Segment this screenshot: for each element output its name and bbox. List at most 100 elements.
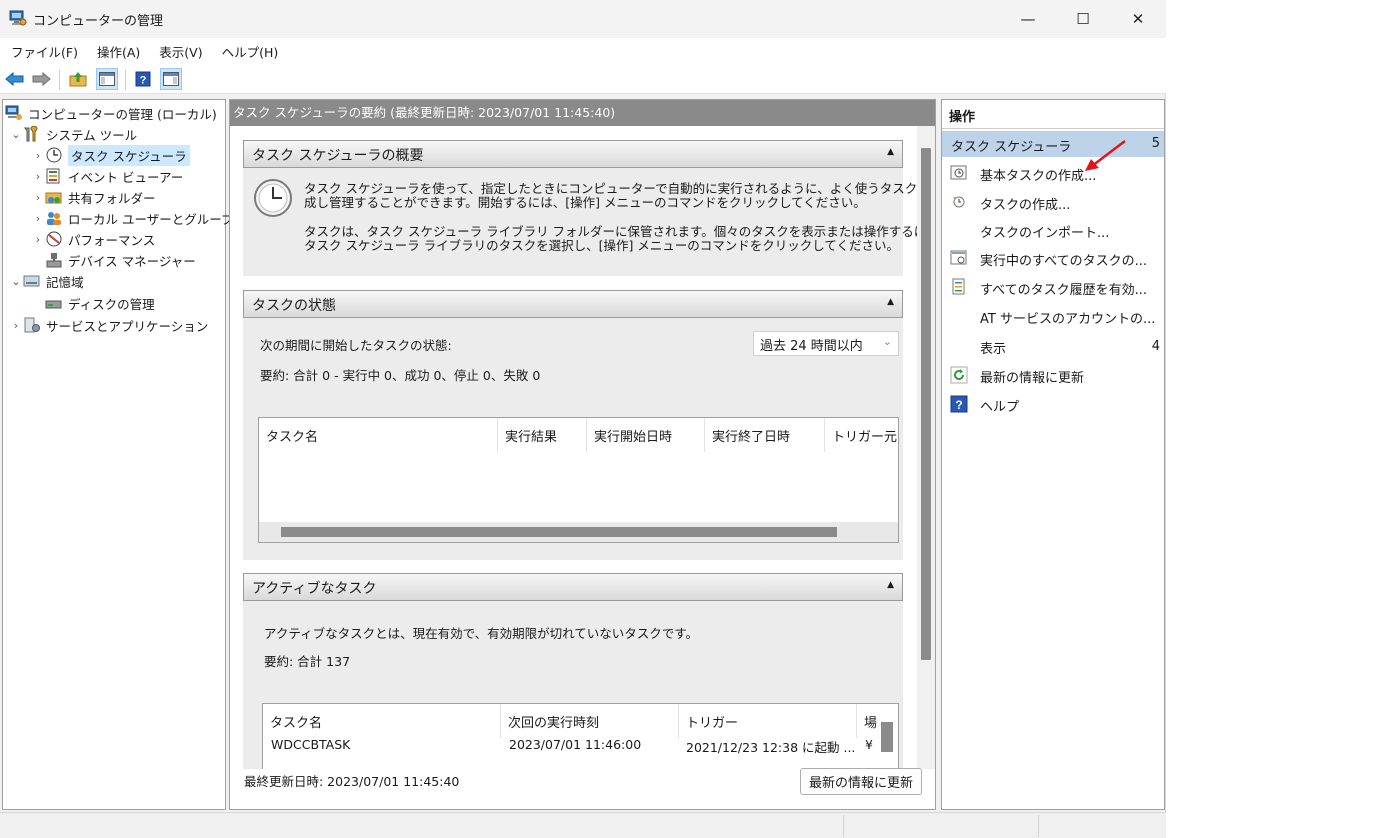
active-task-row-location[interactable]: ¥ <box>865 737 873 752</box>
active-tasks-description: アクティブなタスクとは、現在有効で、有効期限が切れていないタスクです。 <box>264 626 699 641</box>
performance-icon <box>46 231 62 247</box>
maximize-button[interactable]: ☐ <box>1055 0 1111 38</box>
task-status-section-title: タスクの状態 <box>252 298 336 314</box>
collapse-caret-icon[interactable]: ▲ <box>887 297 894 307</box>
action-label: タスクの作成... <box>980 198 1071 213</box>
active-task-row-name[interactable]: WDCCBTASK <box>271 737 350 752</box>
tree-label-local-users: ローカル ユーザーとグループ <box>68 211 234 227</box>
active-grid-vscroll-thumb[interactable] <box>881 722 893 752</box>
hscroll-thumb[interactable] <box>281 527 837 537</box>
expand-chevron-icon[interactable]: › <box>31 149 45 162</box>
services-icon <box>24 317 40 333</box>
column-header-next-run[interactable]: 次回の実行時刻 <box>501 704 679 738</box>
status-period-dropdown[interactable]: 過去 24 時間以内 ⌄ <box>753 331 899 356</box>
task-status-grid: タスク名 実行結果 実行開始日時 実行終了日時 トリガー元 <box>258 417 899 543</box>
basic-task-icon <box>950 165 967 180</box>
show-hide-tree-button[interactable] <box>96 68 118 90</box>
column-header-task-name[interactable]: タスク名 <box>259 418 498 452</box>
active-tasks-section-header[interactable]: アクティブなタスク ▲ <box>243 573 903 601</box>
computer-management-icon <box>9 10 27 26</box>
collapse-chevron-icon[interactable]: ⌄ <box>9 275 23 288</box>
console-tree: コンピューターの管理 (ローカル) ⌄ システム ツール › タスク スケジュー… <box>2 99 233 810</box>
tree-item-root[interactable]: コンピューターの管理 (ローカル) <box>5 103 217 123</box>
active-tasks-summary: 要約: 合計 137 <box>264 654 351 669</box>
column-header-location[interactable]: 場 <box>857 704 881 738</box>
vscroll-thumb[interactable] <box>921 148 931 660</box>
column-header-run-start[interactable]: 実行開始日時 <box>587 418 705 452</box>
column-header-run-end[interactable]: 実行終了日時 <box>705 418 825 452</box>
close-button[interactable]: ✕ <box>1110 0 1166 38</box>
collapse-chevron-icon[interactable]: ⌄ <box>9 128 23 141</box>
tree-label-task-scheduler: タスク スケジューラ <box>68 144 190 166</box>
center-vscrollbar[interactable] <box>917 126 935 769</box>
status-grid-hscrollbar[interactable] <box>259 522 898 542</box>
action-label: AT サービスのアカウントの... <box>980 312 1156 327</box>
expand-chevron-icon[interactable]: › <box>31 191 45 204</box>
overview-section-header[interactable]: タスク スケジューラの概要 ▲ <box>243 140 903 168</box>
back-button[interactable] <box>4 68 26 90</box>
action-import-task[interactable]: タスクのインポート... <box>942 217 1164 243</box>
tree-label-storage: 記憶域 <box>46 274 84 290</box>
task-status-section-header[interactable]: タスクの状態 ▲ <box>243 290 903 318</box>
status-bar-divider <box>1038 815 1039 837</box>
collapse-caret-icon[interactable]: ▲ <box>887 580 894 590</box>
action-view[interactable]: 表示 4 <box>942 333 1164 359</box>
tree-item-storage[interactable]: ⌄ 記憶域 <box>9 271 84 291</box>
create-task-icon <box>953 196 965 208</box>
up-folder-icon <box>69 72 87 87</box>
column-header-trigger[interactable]: トリガー <box>679 704 857 738</box>
tree-item-performance[interactable]: › パフォーマンス <box>31 229 155 249</box>
storage-icon <box>23 275 40 287</box>
tree-item-shared-folders[interactable]: › 共有フォルダー <box>31 187 156 207</box>
tree-item-services-apps[interactable]: › サービスとアプリケーション <box>9 315 208 335</box>
action-display-running-tasks[interactable]: 実行中のすべてのタスクの... <box>942 245 1164 271</box>
tree-item-device-manager[interactable]: デバイス マネージャー <box>45 250 196 270</box>
menu-help[interactable]: ヘルプ(H) <box>222 42 279 61</box>
action-create-task[interactable]: タスクの作成... <box>942 189 1164 215</box>
tree-label-performance: パフォーマンス <box>68 232 156 248</box>
action-label: 表示 <box>980 342 1007 357</box>
active-task-row-trigger[interactable]: 2021/12/23 12:38 に起動 ... <box>686 737 855 756</box>
active-tasks-section-title: アクティブなタスク <box>252 581 377 597</box>
action-label: 最新の情報に更新 <box>980 371 1085 386</box>
actions-group-task-scheduler[interactable]: タスク スケジューラ 5 <box>942 131 1164 157</box>
help-icon: ? <box>135 71 151 87</box>
forward-button[interactable] <box>30 68 52 90</box>
action-create-basic-task[interactable]: 基本タスクの作成... <box>942 160 1164 186</box>
expand-chevron-icon[interactable]: › <box>31 170 45 183</box>
overview-section: タスク スケジューラの概要 ▲ タスク スケジューラを使って、指定したときにコン… <box>243 140 920 276</box>
refresh-button[interactable]: 最新の情報に更新 <box>800 768 923 795</box>
help-toolbar-button[interactable]: ? <box>132 68 154 90</box>
tree-item-system-tools[interactable]: ⌄ システム ツール <box>9 124 137 144</box>
active-task-row-next-run[interactable]: 2023/07/01 11:46:00 <box>509 737 641 752</box>
minimize-button[interactable]: — <box>1000 0 1056 38</box>
action-at-service-account[interactable]: AT サービスのアカウントの... <box>942 303 1164 329</box>
submenu-arrow-icon: 5 <box>1151 136 1160 151</box>
history-icon <box>952 278 965 295</box>
svg-text:?: ? <box>955 398 962 412</box>
expand-chevron-icon[interactable]: › <box>31 212 45 225</box>
action-refresh[interactable]: 最新の情報に更新 <box>942 362 1164 388</box>
tree-item-event-viewer[interactable]: › イベント ビューアー <box>31 166 183 186</box>
menu-file[interactable]: ファイル(F) <box>11 42 78 61</box>
menu-view[interactable]: 表示(V) <box>159 42 202 61</box>
column-header-triggered-by[interactable]: トリガー元 <box>825 418 899 452</box>
up-one-level-button[interactable] <box>67 68 89 90</box>
tree-item-task-scheduler[interactable]: › タスク スケジューラ <box>31 144 190 166</box>
tree-label-device-manager: デバイス マネージャー <box>68 253 196 269</box>
refresh-icon <box>950 366 968 384</box>
action-enable-all-history[interactable]: すべてのタスク履歴を有効... <box>942 274 1164 300</box>
tree-item-disk-management[interactable]: ディスクの管理 <box>45 293 155 313</box>
menu-action[interactable]: 操作(A) <box>97 42 140 61</box>
expand-chevron-icon[interactable]: › <box>31 233 45 246</box>
tree-item-local-users[interactable]: › ローカル ユーザーとグループ <box>31 208 234 228</box>
collapse-caret-icon[interactable]: ▲ <box>887 147 894 157</box>
column-header-task-name[interactable]: タスク名 <box>263 704 501 738</box>
expand-chevron-icon[interactable]: › <box>9 319 23 332</box>
show-hide-tree-icon <box>99 72 115 86</box>
status-bar <box>0 812 1166 838</box>
column-header-result[interactable]: 実行結果 <box>498 418 587 452</box>
active-tasks-section: アクティブなタスク ▲ アクティブなタスクとは、現在有効で、有効期限が切れていな… <box>243 573 903 769</box>
action-help[interactable]: ? ヘルプ <box>942 391 1164 417</box>
show-hide-action-pane-button[interactable] <box>160 68 182 90</box>
